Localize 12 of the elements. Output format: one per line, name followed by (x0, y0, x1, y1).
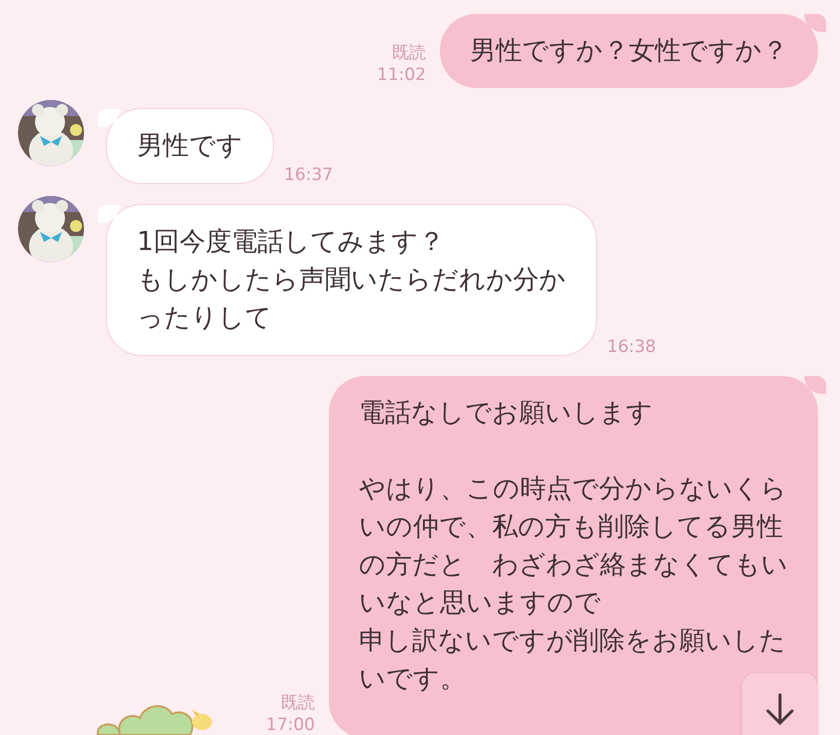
message-text: 男性です (137, 130, 243, 163)
message-text: 電話なしでお願いします (359, 397, 654, 430)
scroll-down-button[interactable] (742, 673, 818, 735)
message-time: 17:00 (266, 714, 315, 735)
message-time: 16:38 (607, 336, 656, 358)
message-time: 16:37 (284, 164, 333, 186)
message-text: やはり、この時点で分からないくら いの仲で、私の方も削除してる男性 の方だと わざわざ絡まなくてもい いなと思いますので 申し訳ないですが削除をお願いした いです。 (359, 473, 788, 696)
message-text: 男性ですか？女性ですか？ (470, 35, 788, 68)
read-status: 既読 (281, 692, 315, 714)
message-text: 1回今度電話してみます？ もしかしたら声聞いたらだれか分か ったりして (137, 226, 566, 335)
message-time: 11:02 (377, 64, 426, 86)
read-status: 既読 (392, 42, 426, 64)
